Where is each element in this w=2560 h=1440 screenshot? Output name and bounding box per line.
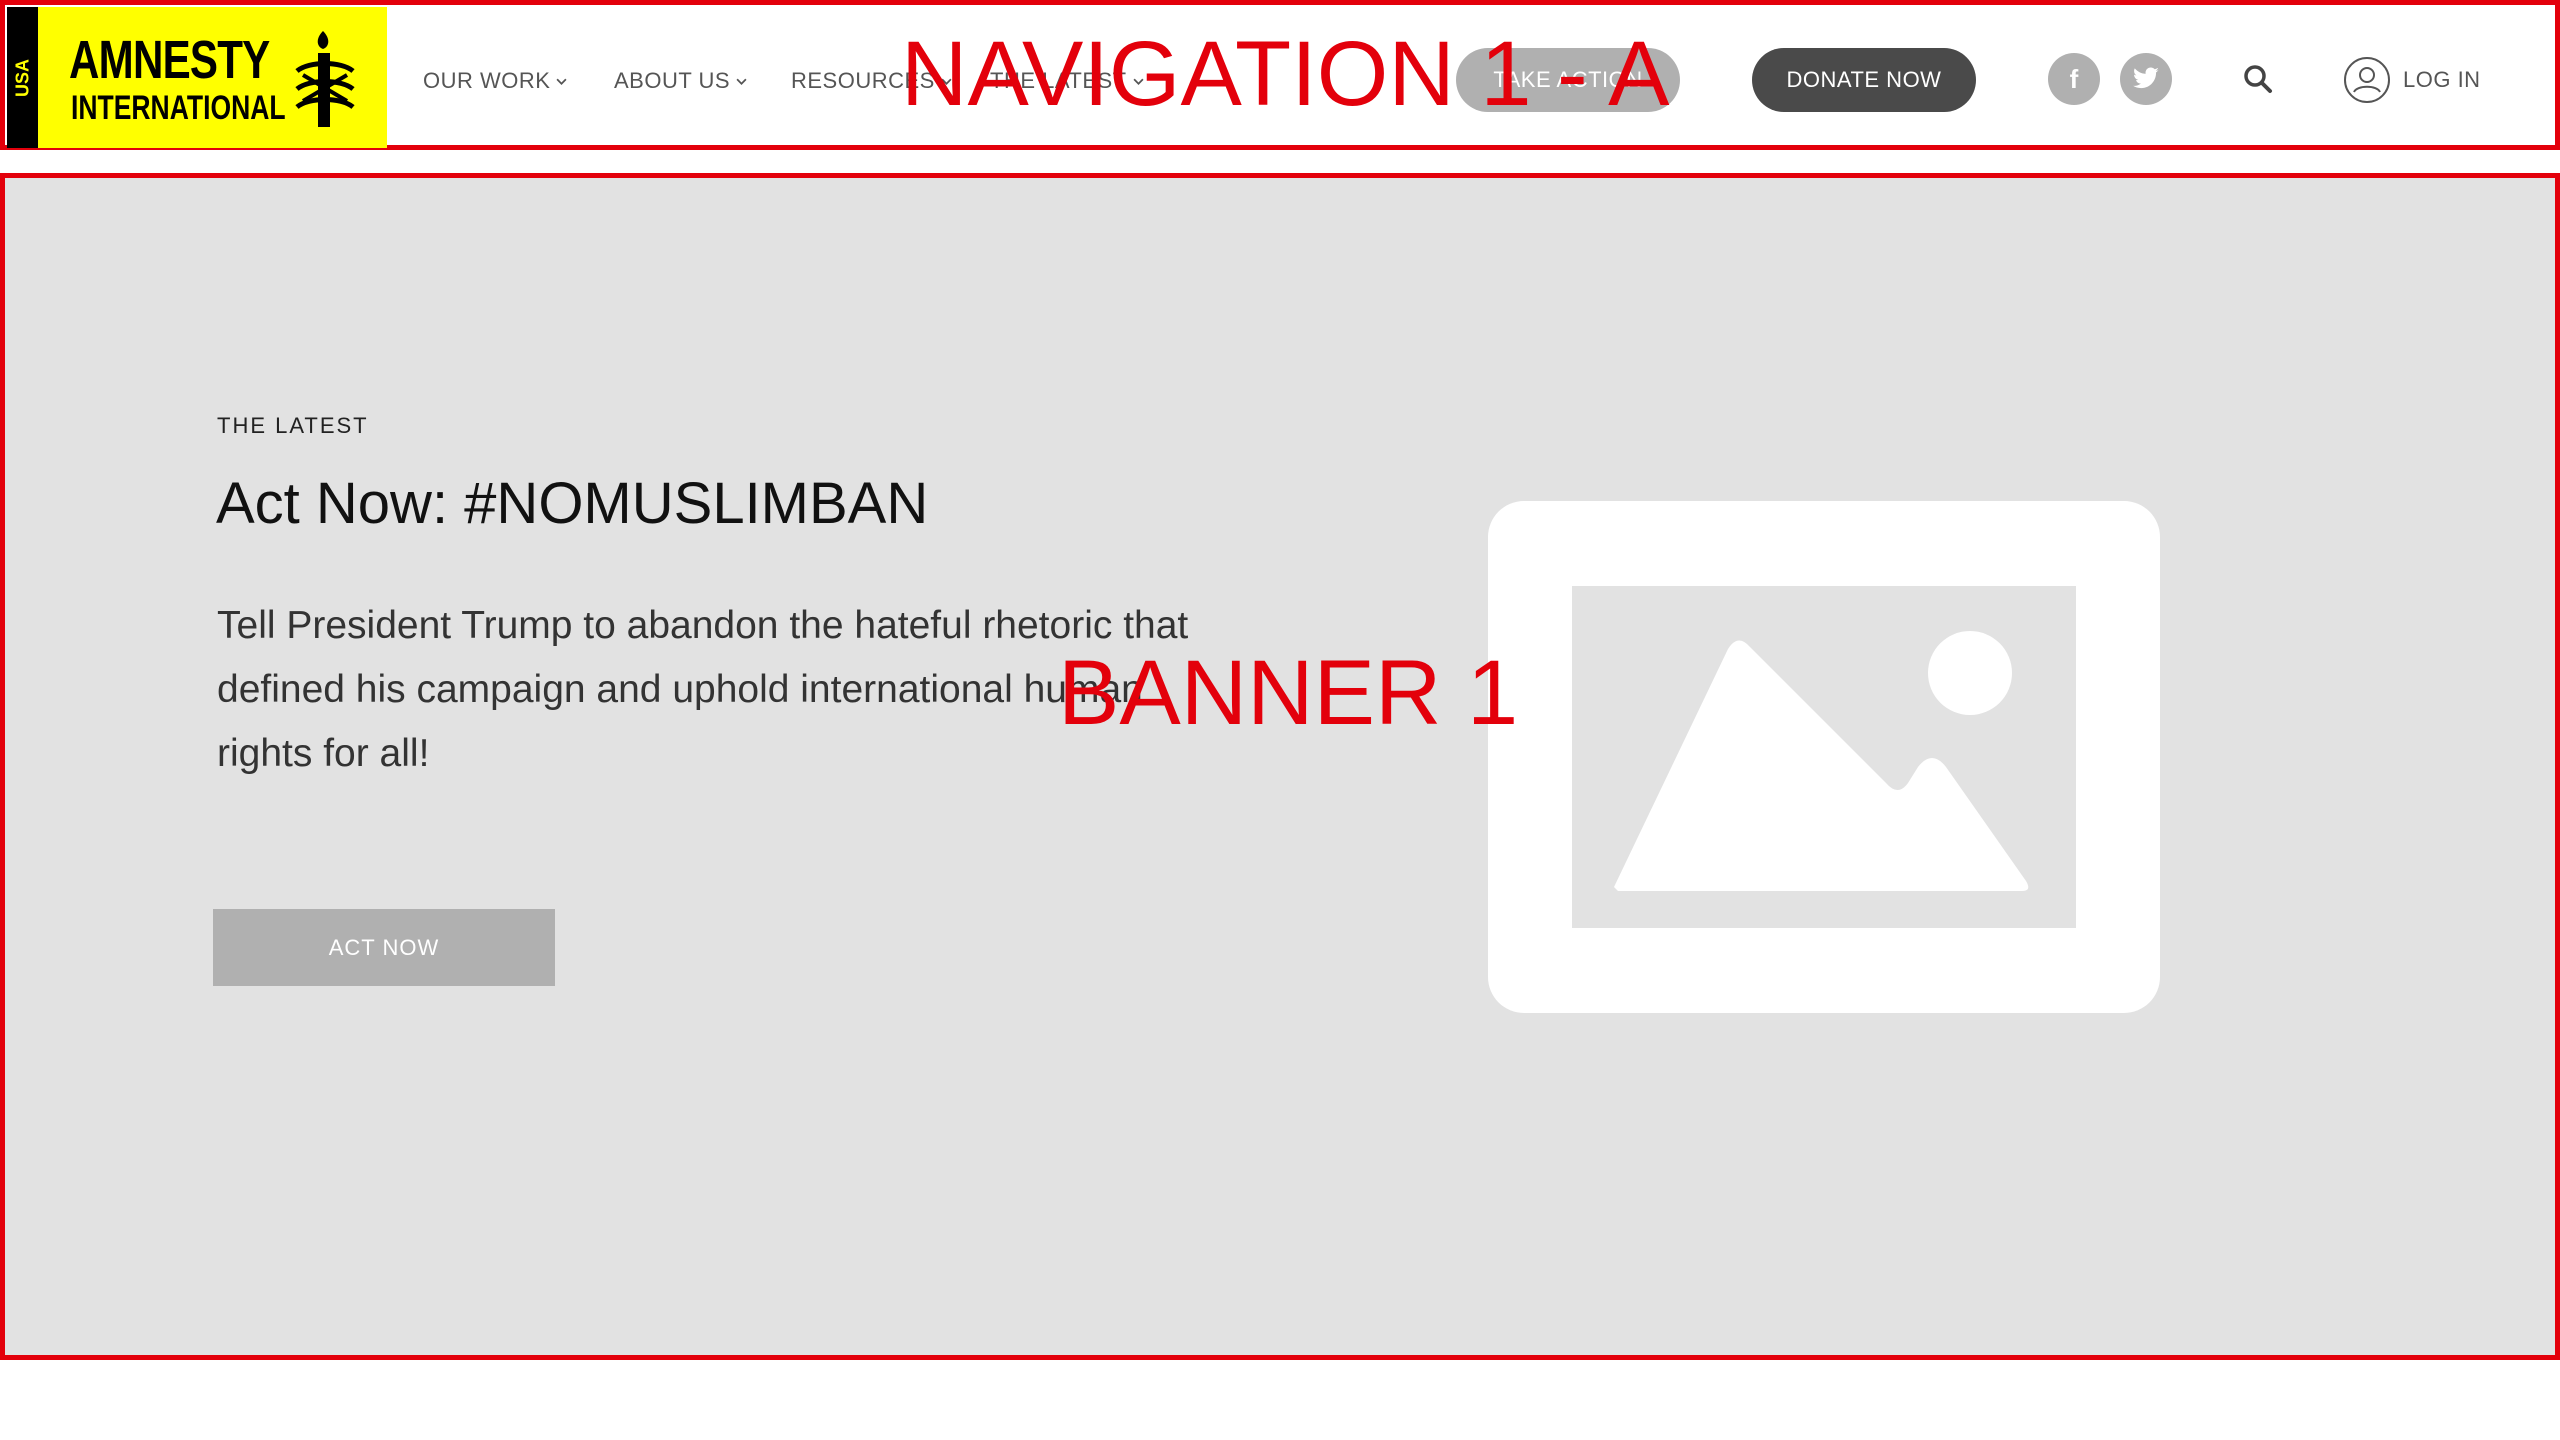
user-icon xyxy=(2344,57,2390,103)
logo-wordmark-line1: AMNESTY xyxy=(69,30,270,90)
chevron-down-icon xyxy=(1133,78,1144,85)
take-action-button[interactable]: TAKE ACTION xyxy=(1456,48,1680,112)
navigation-bar: USA AMNESTY INTERNATIONAL OUR WORK ABOUT… xyxy=(0,0,2560,150)
facebook-glyph: f xyxy=(2069,63,2079,94)
nav-item-our-work[interactable]: OUR WORK xyxy=(423,68,567,94)
nav-item-the-latest[interactable]: THE LATEST xyxy=(990,68,1144,94)
facebook-icon[interactable]: f xyxy=(2048,53,2100,105)
image-placeholder-icon xyxy=(1488,501,2160,1013)
nav-item-label: OUR WORK xyxy=(423,68,551,93)
logo-wordmark-line2: INTERNATIONAL xyxy=(71,89,286,127)
log-in-label: LOG IN xyxy=(2403,67,2481,92)
nav-item-label: RESOURCES xyxy=(791,68,935,93)
chevron-down-icon xyxy=(941,78,952,85)
amnesty-logo[interactable]: USA AMNESTY INTERNATIONAL xyxy=(7,7,387,148)
nav-item-resources[interactable]: RESOURCES xyxy=(791,68,952,94)
twitter-bird-icon xyxy=(2133,67,2159,89)
chevron-down-icon xyxy=(736,78,747,85)
search-icon[interactable] xyxy=(2242,63,2274,95)
banner-body-text: Tell President Trump to abandon the hate… xyxy=(217,604,1189,775)
twitter-icon[interactable] xyxy=(2120,53,2172,105)
nav-item-label: THE LATEST xyxy=(990,68,1127,93)
nav-item-label: ABOUT US xyxy=(614,68,731,93)
nav-item-about-us[interactable]: ABOUT US xyxy=(614,68,747,94)
logo-country-text: USA xyxy=(12,58,32,97)
banner-eyebrow: THE LATEST xyxy=(217,413,369,438)
chevron-down-icon xyxy=(556,78,567,85)
act-now-button[interactable]: ACT NOW xyxy=(213,909,555,986)
logo-country-strip: USA xyxy=(7,7,38,148)
banner-headline: Act Now: #NOMUSLIMBAN xyxy=(216,471,929,536)
candle-barbed-wire-icon xyxy=(295,31,355,127)
log-in-link[interactable]: LOG IN xyxy=(2343,55,2481,105)
donate-now-button[interactable]: DONATE NOW xyxy=(1752,48,1976,112)
